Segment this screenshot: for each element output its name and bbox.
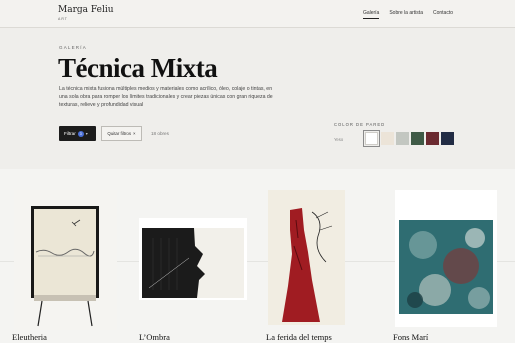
brand-logo[interactable]: Marga Feliu ART xyxy=(58,5,114,21)
page-title: Técnica Mixta xyxy=(58,53,218,83)
nav-link-sobre-la-artista[interactable]: Sobre la artista xyxy=(389,10,423,19)
filter-button[interactable]: Filtrar 3 ▾ xyxy=(59,126,96,141)
chevron-down-icon: ▾ xyxy=(85,131,88,136)
wall-swatch-burgundy[interactable] xyxy=(426,132,439,145)
artwork-fons-mari-picture xyxy=(395,190,497,327)
hero-section: GALERÍA Técnica Mixta La técnica mixta f… xyxy=(0,29,515,182)
artwork-title-eleutheria[interactable]: Eleutheria xyxy=(12,332,47,342)
page-description: La técnica mixta fusiona múltiples medio… xyxy=(59,86,273,108)
close-icon: × xyxy=(133,131,136,136)
wall-color-current: Yeso xyxy=(334,137,344,142)
artwork-image-eleutheria[interactable] xyxy=(14,190,117,330)
filter-count-badge: 3 xyxy=(77,130,84,137)
wall-swatch-yeso[interactable] xyxy=(363,130,380,147)
wall-swatch-navy[interactable] xyxy=(441,132,454,145)
wall-color-label: COLOR DE PARED xyxy=(334,122,386,127)
artwork-la-ferida-picture xyxy=(268,190,345,325)
artwork-lombra-picture xyxy=(139,218,247,300)
artwork-image-la-ferida-del-temps[interactable] xyxy=(268,190,345,325)
artwork-eleutheria-picture xyxy=(14,190,117,330)
artwork-image-lombra[interactable] xyxy=(139,218,247,300)
artwork-image-fons-mari[interactable] xyxy=(395,190,497,327)
wall-swatch-green[interactable] xyxy=(411,132,424,145)
clear-filters-label: Quitar filtros xyxy=(107,131,132,136)
artwork-title-lombra[interactable]: L’Ombra xyxy=(139,332,170,342)
site-header: Marga Feliu ART Galería Sobre la artista… xyxy=(0,0,515,28)
nav-link-galeria[interactable]: Galería xyxy=(362,10,380,19)
filter-controls: Filtrar 3 ▾ Quitar filtros × 18 obres xyxy=(59,126,169,141)
nav-link-contacto[interactable]: Contacto xyxy=(433,10,453,19)
main-nav: Galería Sobre la artista Contacto xyxy=(362,10,453,19)
brand-subtitle: ART xyxy=(58,17,68,21)
filter-button-label: Filtrar xyxy=(64,131,76,136)
artwork-gallery: Eleutheria L’Ombra La ferida del temps F… xyxy=(0,169,515,343)
clear-filters-button[interactable]: Quitar filtros × xyxy=(101,126,142,141)
section-eyebrow: GALERÍA xyxy=(59,45,87,50)
wall-swatch-cream[interactable] xyxy=(381,132,394,145)
artwork-title-fons-mari[interactable]: Fons Marí xyxy=(393,332,428,342)
results-count: 18 obres xyxy=(151,131,169,136)
brand-name: Marga Feliu xyxy=(58,5,114,15)
wall-swatch-grey[interactable] xyxy=(396,132,409,145)
artwork-title-la-ferida-del-temps[interactable]: La ferida del temps xyxy=(266,332,332,342)
